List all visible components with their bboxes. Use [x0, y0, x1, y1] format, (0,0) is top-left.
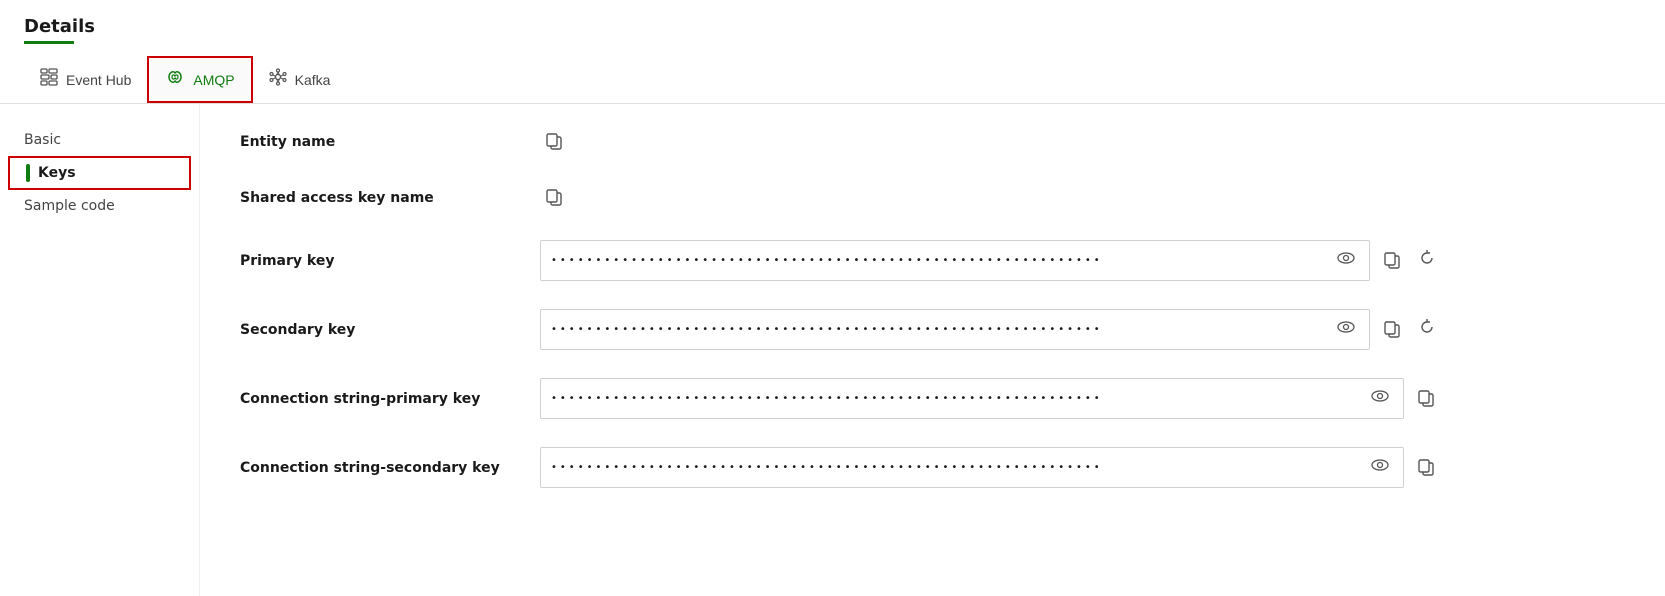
- tab-kafka[interactable]: Kafka: [253, 58, 347, 101]
- sidebar-basic-label: Basic: [24, 132, 61, 148]
- secondary-key-field: ••••••••••••••••••••••••••••••••••••••••…: [540, 309, 1370, 350]
- field-row-secondary-key: Secondary key ••••••••••••••••••••••••••…: [240, 309, 1625, 350]
- eye-icon: [1371, 456, 1389, 474]
- shared-access-label: Shared access key name: [240, 190, 520, 206]
- secondary-key-refresh-btn[interactable]: [1414, 314, 1440, 345]
- tab-event-hub[interactable]: Event Hub: [24, 58, 147, 101]
- header-area: Details: [0, 0, 1665, 56]
- primary-key-copy-btn[interactable]: [1378, 247, 1406, 275]
- tab-amqp-label: AMQP: [193, 72, 234, 88]
- connection-secondary-dots: ••••••••••••••••••••••••••••••••••••••••…: [551, 462, 1367, 473]
- field-row-entity-name: Entity name: [240, 128, 1625, 156]
- tab-event-hub-label: Event Hub: [66, 72, 131, 88]
- eye-icon: [1371, 387, 1389, 405]
- copy-icon: [1416, 458, 1436, 478]
- content-panel: Entity name Shared access key name: [200, 104, 1665, 596]
- copy-icon: [1382, 320, 1402, 340]
- sidebar-item-basic[interactable]: Basic: [0, 124, 199, 156]
- primary-key-value-area: ••••••••••••••••••••••••••••••••••••••••…: [540, 240, 1440, 281]
- sidebar-sample-label: Sample code: [24, 198, 115, 214]
- field-row-primary-key: Primary key ••••••••••••••••••••••••••••…: [240, 240, 1625, 281]
- refresh-icon: [1418, 249, 1436, 267]
- primary-key-field: ••••••••••••••••••••••••••••••••••••••••…: [540, 240, 1370, 281]
- secondary-key-copy-btn[interactable]: [1378, 316, 1406, 344]
- connection-primary-label: Connection string-primary key: [240, 391, 520, 407]
- secondary-key-eye-btn[interactable]: [1333, 316, 1359, 343]
- sidebar-item-keys[interactable]: Keys: [8, 156, 191, 190]
- eye-icon: [1337, 318, 1355, 336]
- primary-key-refresh-btn[interactable]: [1414, 245, 1440, 276]
- secondary-key-value-area: ••••••••••••••••••••••••••••••••••••••••…: [540, 309, 1440, 350]
- field-row-connection-secondary: Connection string-secondary key ••••••••…: [240, 447, 1625, 488]
- entity-name-value-area: [540, 128, 1440, 156]
- connection-primary-value-area: ••••••••••••••••••••••••••••••••••••••••…: [540, 378, 1440, 419]
- shared-access-value-area: [540, 184, 1440, 212]
- connection-secondary-eye-btn[interactable]: [1367, 454, 1393, 481]
- connection-primary-eye-btn[interactable]: [1367, 385, 1393, 412]
- entity-name-label: Entity name: [240, 134, 520, 150]
- connection-primary-dots: ••••••••••••••••••••••••••••••••••••••••…: [551, 393, 1367, 404]
- secondary-key-label: Secondary key: [240, 322, 520, 338]
- copy-icon: [1416, 389, 1436, 409]
- primary-key-label: Primary key: [240, 253, 520, 269]
- grid-icon: [40, 68, 58, 91]
- title-underline: [24, 41, 74, 44]
- tab-bar: Event Hub AMQP: [0, 56, 1665, 104]
- entity-name-copy-btn[interactable]: [540, 128, 568, 156]
- amqp-icon: [165, 68, 185, 91]
- kafka-icon: [269, 68, 287, 91]
- copy-icon: [544, 132, 564, 152]
- copy-icon: [544, 188, 564, 208]
- primary-key-eye-btn[interactable]: [1333, 247, 1359, 274]
- page-container: Details Event Hub: [0, 0, 1665, 596]
- connection-primary-field: ••••••••••••••••••••••••••••••••••••••••…: [540, 378, 1404, 419]
- sidebar: Basic Keys Sample code: [0, 104, 200, 596]
- sidebar-item-sample-code[interactable]: Sample code: [0, 190, 199, 222]
- connection-secondary-field: ••••••••••••••••••••••••••••••••••••••••…: [540, 447, 1404, 488]
- shared-access-copy-btn[interactable]: [540, 184, 568, 212]
- copy-icon: [1382, 251, 1402, 271]
- connection-secondary-value-area: ••••••••••••••••••••••••••••••••••••••••…: [540, 447, 1440, 488]
- page-title: Details: [24, 16, 1641, 37]
- refresh-icon: [1418, 318, 1436, 336]
- secondary-key-dots: ••••••••••••••••••••••••••••••••••••••••…: [551, 324, 1333, 335]
- field-row-connection-primary: Connection string-primary key ••••••••••…: [240, 378, 1625, 419]
- connection-secondary-copy-btn[interactable]: [1412, 454, 1440, 482]
- connection-secondary-label: Connection string-secondary key: [240, 460, 520, 476]
- connection-primary-copy-btn[interactable]: [1412, 385, 1440, 413]
- tab-kafka-label: Kafka: [295, 72, 331, 88]
- sidebar-keys-label: Keys: [38, 165, 76, 181]
- tab-amqp[interactable]: AMQP: [147, 56, 252, 103]
- sidebar-active-indicator: [26, 164, 30, 182]
- main-content: Basic Keys Sample code Entity name: [0, 104, 1665, 596]
- field-row-shared-access: Shared access key name: [240, 184, 1625, 212]
- primary-key-dots: ••••••••••••••••••••••••••••••••••••••••…: [551, 255, 1333, 266]
- eye-icon: [1337, 249, 1355, 267]
